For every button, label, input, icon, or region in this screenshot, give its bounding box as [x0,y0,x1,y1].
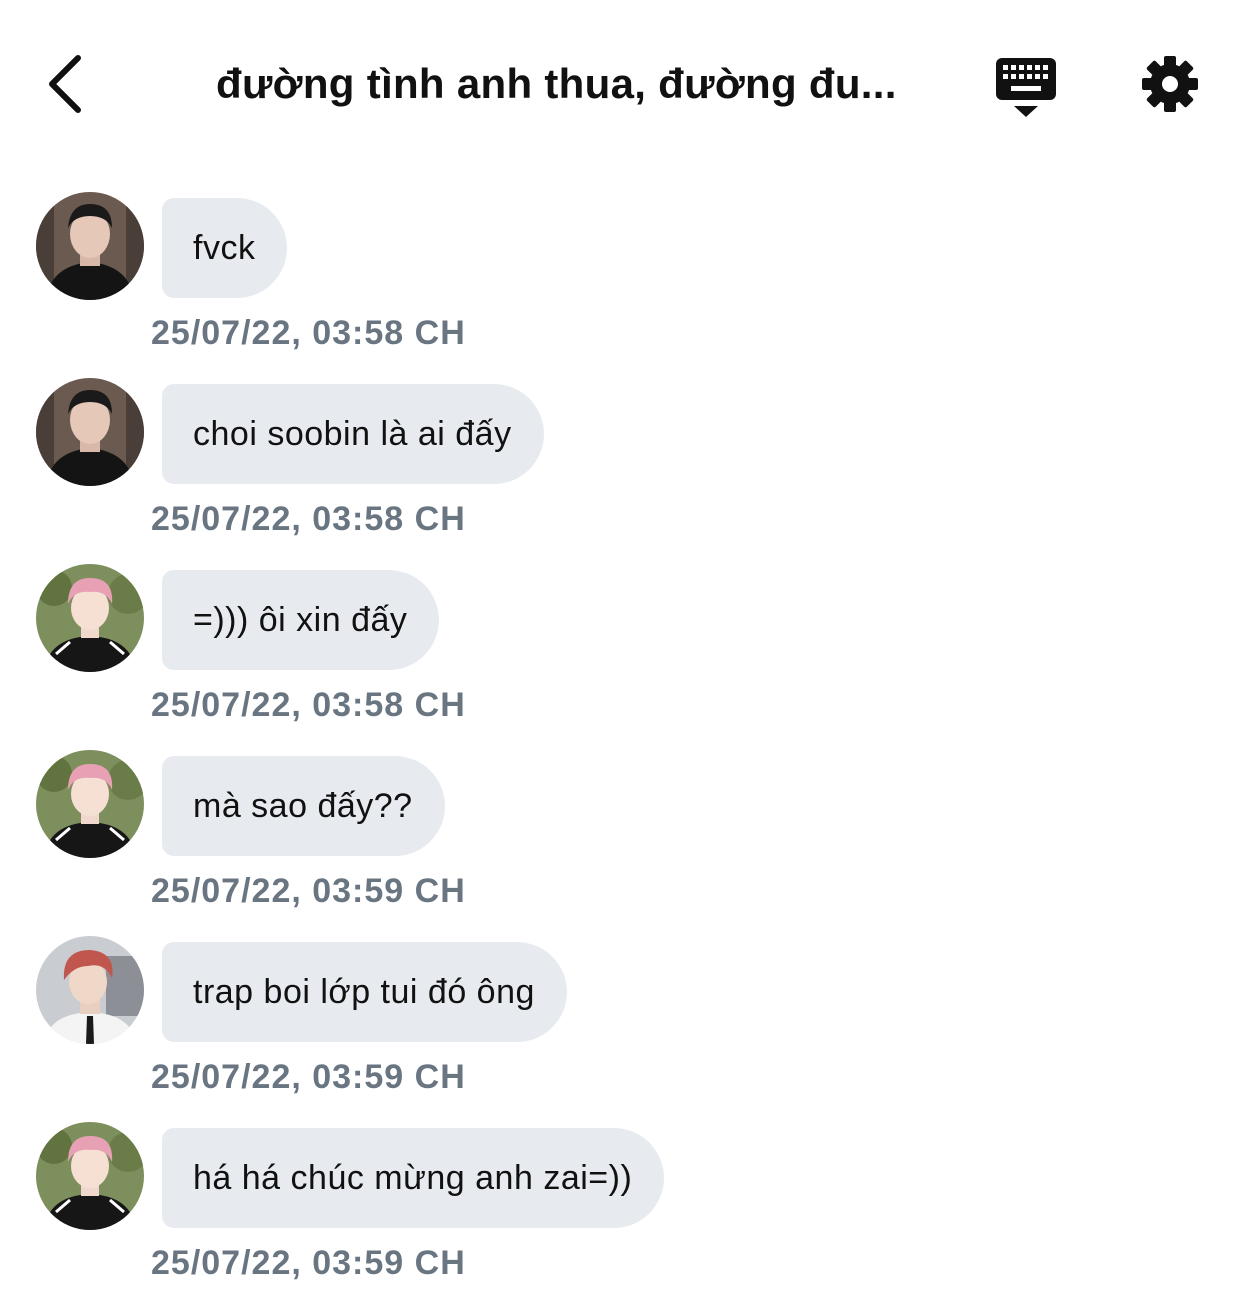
avatar[interactable] [36,1122,144,1230]
settings-button[interactable] [1140,54,1200,114]
avatar-b [36,564,144,672]
message-timestamp: 25/07/22, 03:58 CH [151,500,466,538]
message-item: choi soobin là ai đấy 25/07/22, 03:58 CH [0,376,1242,562]
message-bubble[interactable]: trap boi lớp tui đó ông [162,942,567,1042]
message-bubble[interactable]: há há chúc mừng anh zai=)) [162,1128,665,1228]
message-list: fvck 25/07/22, 03:58 CH choi soobin là a… [0,190,1242,1306]
message-item: há há chúc mừng anh zai=)) 25/07/22, 03:… [0,1120,1242,1306]
keyboard-hide-icon [996,58,1056,117]
chevron-left-icon [49,55,81,113]
message-timestamp: 25/07/22, 03:58 CH [151,314,466,352]
message-item: =))) ôi xin đấy 25/07/22, 03:58 CH [0,562,1242,748]
message-bubble[interactable]: mà sao đấy?? [162,756,445,856]
message-item: fvck 25/07/22, 03:58 CH [0,190,1242,376]
message-timestamp: 25/07/22, 03:58 CH [151,686,466,724]
avatar-a [36,192,144,300]
message-bubble[interactable]: =))) ôi xin đấy [162,570,440,670]
conversation-title: đường tình anh thua, đường đu... [216,60,897,107]
gear-icon [1142,56,1198,112]
message-item: trap boi lớp tui đó ông 25/07/22, 03:59 … [0,934,1242,1120]
avatar[interactable] [36,750,144,858]
back-button[interactable] [40,52,92,116]
avatar-b [36,750,144,858]
message-timestamp: 25/07/22, 03:59 CH [151,1244,466,1282]
message-bubble[interactable]: fvck [162,198,288,298]
chat-header: đường tình anh thua, đường đu... [0,0,1242,170]
avatar[interactable] [36,378,144,486]
avatar[interactable] [36,192,144,300]
avatar-c [36,936,144,1044]
avatar[interactable] [36,564,144,672]
message-timestamp: 25/07/22, 03:59 CH [151,1058,466,1096]
avatar-a [36,378,144,486]
avatar[interactable] [36,936,144,1044]
message-timestamp: 25/07/22, 03:59 CH [151,872,466,910]
message-bubble[interactable]: choi soobin là ai đấy [162,384,544,484]
keyboard-button[interactable] [994,56,1058,120]
message-item: mà sao đấy?? 25/07/22, 03:59 CH [0,748,1242,934]
avatar-b [36,1122,144,1230]
